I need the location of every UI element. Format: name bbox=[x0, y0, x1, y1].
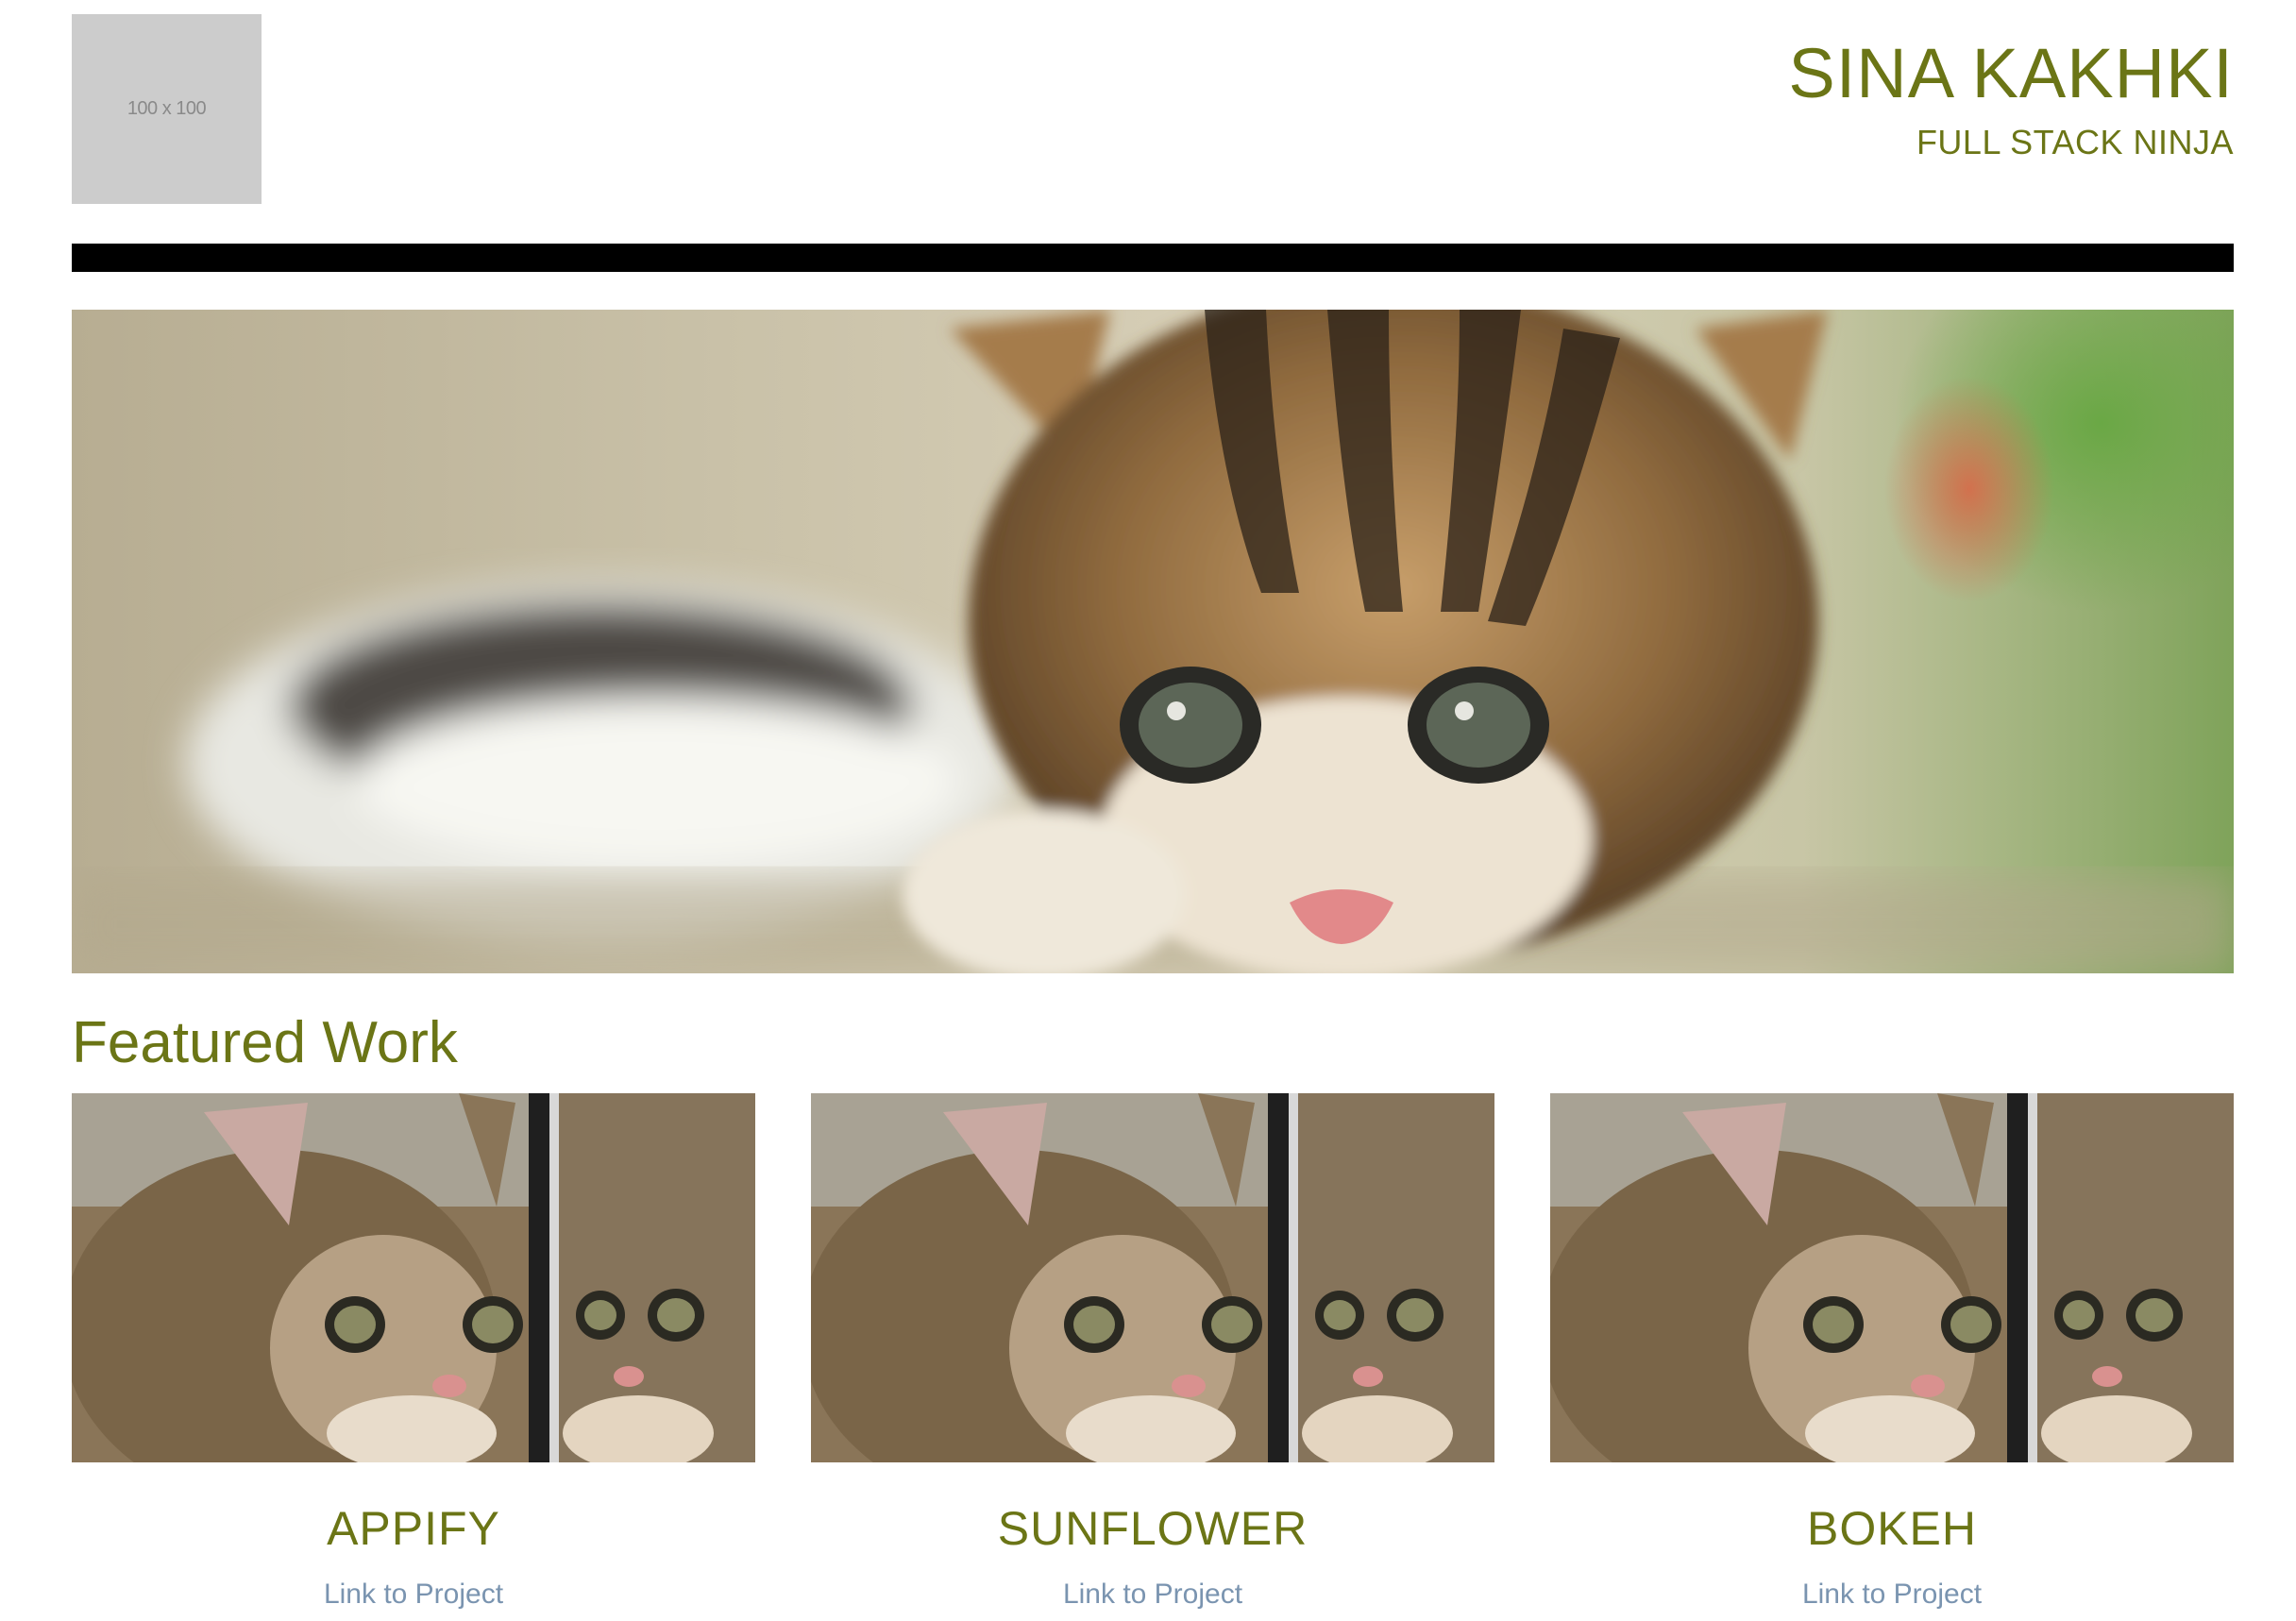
project-thumbnail-image[interactable] bbox=[72, 1093, 755, 1462]
site-name: SINA KAKHKI bbox=[1788, 34, 2234, 112]
project-card-sunflower: SUNFLOWER Link to Project bbox=[811, 1093, 1494, 1613]
project-title: SUNFLOWER bbox=[997, 1502, 1308, 1555]
portfolio-page: 100 x 100 SINA KAKHKI FULL STACK NINJA F… bbox=[72, 0, 2234, 1621]
project-card-bokeh: BOKEH Link to Project bbox=[1550, 1093, 2234, 1613]
project-thumbnail-image[interactable] bbox=[1550, 1093, 2234, 1462]
logo-placeholder-image: 100 x 100 bbox=[72, 14, 262, 204]
project-card-appify: APPIFY Link to Project bbox=[72, 1093, 755, 1613]
project-link[interactable]: Link to Project bbox=[1802, 1576, 1982, 1613]
project-link[interactable]: Link to Project bbox=[1063, 1576, 1242, 1613]
site-tagline: FULL STACK NINJA bbox=[1916, 123, 2234, 161]
project-title: APPIFY bbox=[327, 1502, 500, 1555]
project-title: BOKEH bbox=[1806, 1502, 1978, 1555]
project-thumbnail-image[interactable] bbox=[811, 1093, 1494, 1462]
featured-work-heading: Featured Work bbox=[72, 1010, 458, 1075]
hero-image bbox=[72, 310, 2234, 973]
header-divider bbox=[72, 244, 2234, 272]
header-name-block: SINA KAKHKI FULL STACK NINJA bbox=[1788, 28, 2234, 166]
logo-placeholder-label: 100 x 100 bbox=[127, 98, 207, 119]
project-link[interactable]: Link to Project bbox=[324, 1576, 503, 1613]
